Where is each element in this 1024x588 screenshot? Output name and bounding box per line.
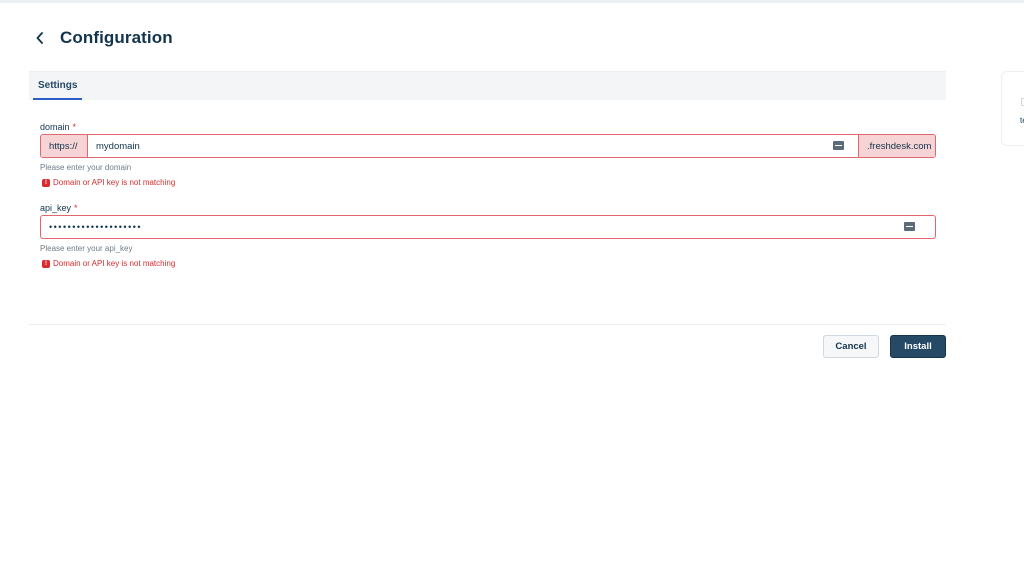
domain-label: domain * [40, 122, 76, 132]
domain-error-text: Domain or API key is not matching [53, 178, 176, 187]
error-icon: ! [42, 178, 50, 187]
api-key-hint: Please enter your api_key [40, 244, 133, 253]
password-manager-icon[interactable] [904, 222, 915, 231]
api-key-field: •••••••••••••••••••• [40, 215, 936, 239]
page-title: Configuration [60, 28, 173, 47]
top-border [0, 0, 1024, 3]
side-panel-text: te [1020, 116, 1024, 125]
page-header: Configuration [30, 26, 173, 50]
required-marker: * [74, 203, 78, 213]
domain-field: https:// mydomain .freshdesk.com [40, 134, 936, 158]
domain-input-value: mydomain [96, 140, 140, 152]
domain-label-text: domain [40, 122, 70, 132]
tab-settings[interactable]: Settings [33, 72, 83, 100]
chevron-left-icon [36, 32, 43, 44]
back-button[interactable] [30, 26, 50, 50]
api-key-label: api_key * [40, 203, 78, 213]
install-button[interactable]: Install [890, 335, 946, 358]
domain-prefix: https:// [41, 135, 88, 157]
domain-input[interactable]: mydomain [88, 135, 858, 157]
password-manager-icon[interactable] [833, 141, 844, 150]
domain-error: ! Domain or API key is not matching [42, 178, 175, 187]
api-key-error: ! Domain or API key is not matching [42, 259, 175, 268]
api-key-input[interactable]: •••••••••••••••••••• [41, 216, 935, 238]
tab-bar: Settings [29, 71, 946, 100]
required-marker: * [72, 122, 77, 132]
api-key-label-text: api_key [40, 203, 72, 213]
footer-divider [29, 324, 946, 325]
api-key-error-text: Domain or API key is not matching [53, 259, 176, 268]
cancel-button[interactable]: Cancel [823, 335, 879, 358]
error-icon: ! [42, 259, 50, 268]
domain-suffix: .freshdesk.com [858, 135, 935, 157]
domain-hint: Please enter your domain [40, 163, 132, 172]
side-panel-card[interactable]: te [1001, 71, 1024, 146]
api-key-input-value: •••••••••••••••••••• [49, 222, 143, 232]
